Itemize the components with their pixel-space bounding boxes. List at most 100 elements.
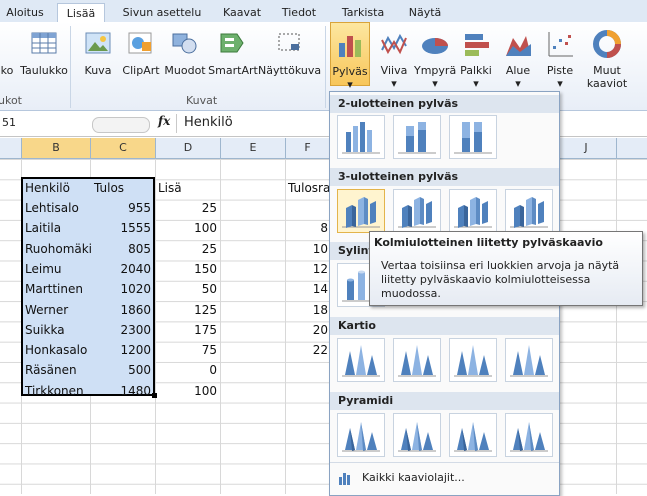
area-chart-button[interactable]: Alue ▾ [498, 22, 538, 94]
clipart-button[interactable]: ClipArt [120, 22, 162, 94]
shapes-icon [172, 33, 197, 54]
select-all-corner[interactable] [0, 138, 22, 158]
column-header-j[interactable]: J [556, 138, 617, 158]
cell-header-henkilo[interactable]: Henkilö [25, 178, 70, 198]
chart-type-pyr-1[interactable] [337, 413, 385, 457]
chart-type-cone-3[interactable] [449, 338, 497, 382]
cell-lisa[interactable]: 50 [156, 279, 217, 299]
chart-type-col3d-4[interactable] [505, 189, 553, 233]
tab-tiedot[interactable]: Tiedot [276, 3, 322, 22]
chart-type-col2d-1[interactable] [337, 115, 385, 159]
cell-lisa[interactable]: 100 [156, 381, 217, 401]
cell-name[interactable]: Honkasalo [25, 340, 87, 360]
column-header-e[interactable]: E [221, 138, 286, 158]
cell-tulos[interactable]: 955 [91, 198, 151, 218]
cell-name[interactable]: Lehtisalo [25, 198, 79, 218]
tab-kaavat[interactable]: Kaavat [219, 3, 265, 22]
tab-aloitus[interactable]: Aloitus [0, 3, 50, 22]
group-label-tables: ukot [0, 94, 22, 107]
scatter-chart-button[interactable]: Piste ▾ [540, 22, 580, 94]
cell-name[interactable]: Laitila [25, 218, 61, 238]
cell-f[interactable]: 22 [286, 340, 328, 360]
tab-tarkista[interactable]: Tarkista [334, 3, 392, 22]
tab-sivun-asettelu[interactable]: Sivun asettelu [112, 3, 212, 22]
tab-lisaa[interactable]: Lisää [57, 3, 105, 24]
cell-lisa[interactable]: 25 [156, 239, 217, 259]
cell-name[interactable]: Werner [25, 300, 68, 320]
cell-lisa[interactable]: 175 [156, 320, 217, 340]
chart-type-cone-1[interactable] [337, 338, 385, 382]
bar-chart-button[interactable]: Palkki ▾ [456, 22, 496, 94]
chart-type-cone-4[interactable] [505, 338, 553, 382]
formula-input[interactable]: Henkilö [184, 115, 233, 130]
cell-tulos[interactable]: 2040 [91, 259, 151, 279]
cell-tulos[interactable]: 1860 [91, 300, 151, 320]
cell-lisa[interactable]: 75 [156, 340, 217, 360]
cell-name[interactable]: Suikka [25, 320, 65, 340]
cell-f[interactable]: 14 [286, 279, 328, 299]
cell-f[interactable]: 8 [286, 218, 328, 238]
cell-f[interactable]: 20 [286, 320, 328, 340]
cell-header-tulosra[interactable]: Tulosra [288, 178, 330, 198]
chart-type-pyr-4[interactable] [505, 413, 553, 457]
cell-tulos[interactable]: 1555 [91, 218, 151, 238]
cell-tulos[interactable]: 1200 [91, 340, 151, 360]
column-header-b[interactable]: B [22, 138, 91, 158]
name-box-resize-handle[interactable] [92, 117, 150, 133]
chart-type-col2d-2[interactable] [393, 115, 441, 159]
name-box[interactable]: 51 [0, 114, 88, 132]
cell-lisa[interactable]: 150 [156, 259, 217, 279]
line-chart-button[interactable]: Viiva ▾ [374, 22, 414, 94]
column-header-f[interactable]: F [286, 138, 330, 158]
insert-function-icon[interactable]: fx [158, 114, 170, 128]
group-label-illustrations: Kuvat [186, 94, 218, 107]
column-chart-button[interactable]: Pylväs ▾ [330, 22, 370, 91]
chart-type-col2d-3[interactable] [449, 115, 497, 159]
cell-name[interactable]: Räsänen [25, 360, 77, 380]
chart-type-pyr-2[interactable] [393, 413, 441, 457]
chart-type-col3d-1[interactable] [337, 189, 385, 233]
shapes-button[interactable]: Muodot [162, 22, 208, 94]
chart-type-cone-2[interactable] [393, 338, 441, 382]
cell-lisa[interactable]: 100 [156, 218, 217, 238]
pie-chart-button[interactable]: Ympyrä ▾ [414, 22, 456, 94]
cell-lisa[interactable]: 25 [156, 198, 217, 218]
screenshot-button[interactable]: Näyttökuva [258, 22, 321, 94]
cell-f[interactable] [286, 381, 328, 401]
cell-name[interactable]: Leimu [25, 259, 62, 279]
cell-f[interactable]: 12 [286, 259, 328, 279]
pivottable-button[interactable]: ko [0, 22, 18, 94]
cell-name[interactable]: Marttinen [25, 279, 83, 299]
table-label: Taulukko [20, 64, 68, 77]
cell-header-lisa[interactable]: Lisä [158, 178, 182, 198]
bar-chart-icon [465, 34, 489, 56]
cell-name[interactable]: Tirkkonen [25, 381, 84, 401]
chart-type-pyr-3[interactable] [449, 413, 497, 457]
cell-lisa[interactable]: 125 [156, 300, 217, 320]
cell-tulos[interactable]: 805 [91, 239, 151, 259]
cell-header-tulos[interactable]: Tulos [94, 178, 124, 198]
cell-f[interactable]: 10 [286, 239, 328, 259]
other-charts-button[interactable]: Muut kaaviot [582, 22, 632, 94]
cell-f[interactable] [286, 360, 328, 380]
cell-tulos[interactable]: 500 [91, 360, 151, 380]
smartart-button[interactable]: SmartArt [208, 22, 258, 94]
cell-name[interactable]: Ruohomäki [25, 239, 92, 259]
picture-button[interactable]: Kuva [78, 22, 118, 94]
cell-tulos[interactable]: 1480 [91, 381, 151, 401]
grid-line [616, 159, 617, 494]
chart-type-col3d-2[interactable] [393, 189, 441, 233]
table-button[interactable]: Taulukko [20, 22, 68, 94]
tab-nayta[interactable]: Näytä [403, 3, 447, 22]
other-charts-label: Muut [593, 64, 621, 77]
cell-f[interactable]: 18 [286, 300, 328, 320]
chart-thumbnail-icon [398, 122, 436, 154]
cell-tulos[interactable]: 1020 [91, 279, 151, 299]
column-header-c[interactable]: C [91, 138, 156, 158]
column-header-d[interactable]: D [156, 138, 221, 158]
cell-tulos[interactable]: 2300 [91, 320, 151, 340]
cell-f[interactable] [286, 198, 328, 218]
cell-lisa[interactable]: 0 [156, 360, 217, 380]
chart-type-col3d-3[interactable] [449, 189, 497, 233]
all-chart-types-item[interactable]: Kaikki kaaviolajit... [336, 469, 556, 489]
